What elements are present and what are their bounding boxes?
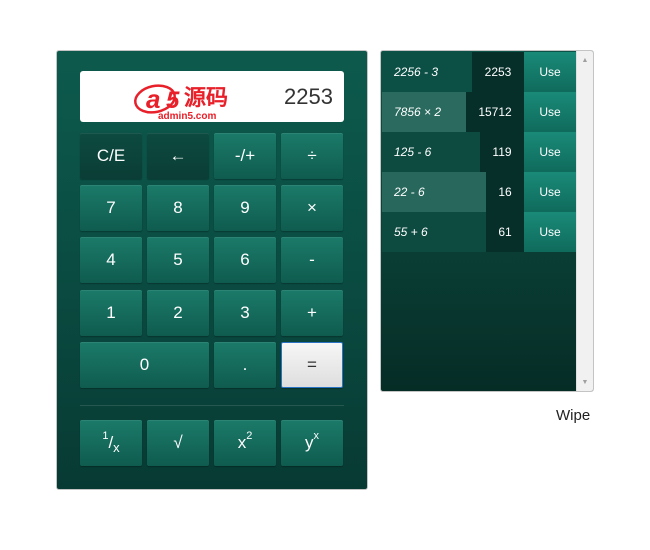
history-use-button[interactable]: Use xyxy=(524,52,576,92)
display: a 5 源码 admin5.com 2253 xyxy=(80,71,344,122)
digit-3-button[interactable]: 3 xyxy=(214,290,276,336)
square-base: x xyxy=(237,433,247,452)
history-result: 2253 xyxy=(472,52,524,92)
history-expression: 22 - 6 xyxy=(382,172,486,212)
history-panel[interactable]: 2256 - 3 2253 Use 7856 × 2 15712 Use 125… xyxy=(380,50,594,392)
digit-0-button[interactable]: 0 xyxy=(80,342,209,388)
history-result: 15712 xyxy=(466,92,524,132)
add-button[interactable]: + xyxy=(281,290,343,336)
svg-text:源码: 源码 xyxy=(184,86,228,111)
reciprocal-denominator: x xyxy=(113,439,120,455)
multiply-button[interactable]: × xyxy=(281,185,343,231)
sqrt-button[interactable]: √ xyxy=(147,420,209,466)
history-result: 119 xyxy=(480,132,524,172)
history-expression: 55 + 6 xyxy=(382,212,486,252)
decimal-button[interactable]: . xyxy=(214,342,276,388)
history-result: 61 xyxy=(486,212,524,252)
digit-6-button[interactable]: 6 xyxy=(214,237,276,283)
digit-5-button[interactable]: 5 xyxy=(147,237,209,283)
subtract-button[interactable]: - xyxy=(281,237,343,283)
history-result: 16 xyxy=(486,172,524,212)
digit-9-button[interactable]: 9 xyxy=(214,185,276,231)
svg-text:admin5.com: admin5.com xyxy=(158,111,216,120)
digit-2-button[interactable]: 2 xyxy=(147,290,209,336)
reciprocal-button[interactable]: 1 / x xyxy=(80,420,142,466)
negate-button[interactable]: -/+ xyxy=(214,133,276,179)
clear-button[interactable]: C/E xyxy=(80,133,142,179)
square-exponent: 2 xyxy=(246,430,253,442)
reciprocal-numerator: 1 xyxy=(102,430,109,442)
history-use-button[interactable]: Use xyxy=(524,212,576,252)
calculator-panel: a 5 源码 admin5.com 2253 C/E ← -/+ ÷ 7 8 9… xyxy=(56,50,368,490)
history-use-button[interactable]: Use xyxy=(524,132,576,172)
display-value: 2253 xyxy=(284,84,333,109)
logo: a 5 源码 admin5.com xyxy=(134,84,228,120)
svg-text:5: 5 xyxy=(166,87,180,114)
scroll-thumb[interactable] xyxy=(579,69,591,373)
history-scrollbar[interactable]: ▲ ▼ xyxy=(576,51,593,391)
power-base: y xyxy=(305,433,314,452)
history-row: 7856 × 2 15712 Use xyxy=(382,92,576,132)
power-button[interactable]: y x xyxy=(281,420,343,466)
digit-4-button[interactable]: 4 xyxy=(80,237,142,283)
digit-1-button[interactable]: 1 xyxy=(80,290,142,336)
history-row: 2256 - 3 2253 Use xyxy=(382,52,576,92)
divide-button[interactable]: ÷ xyxy=(281,133,343,179)
scroll-up-arrow-icon[interactable]: ▲ xyxy=(577,52,593,68)
svg-text:a: a xyxy=(146,84,160,114)
history-row: 55 + 6 61 Use xyxy=(382,212,576,252)
history-expression: 125 - 6 xyxy=(382,132,480,172)
history-use-button[interactable]: Use xyxy=(524,92,576,132)
history-expression: 2256 - 3 xyxy=(382,52,472,92)
equals-button[interactable]: = xyxy=(281,342,343,388)
history-use-button[interactable]: Use xyxy=(524,172,576,212)
divider xyxy=(80,405,344,406)
history-expression: 7856 × 2 xyxy=(382,92,466,132)
wipe-link[interactable]: Wipe xyxy=(556,407,590,424)
backspace-button[interactable]: ← xyxy=(147,133,209,179)
power-exponent: x xyxy=(313,430,320,442)
history-row: 22 - 6 16 Use xyxy=(382,172,576,212)
square-button[interactable]: x 2 xyxy=(214,420,276,466)
digit-7-button[interactable]: 7 xyxy=(80,185,142,231)
history-row: 125 - 6 119 Use xyxy=(382,132,576,172)
scroll-down-arrow-icon[interactable]: ▼ xyxy=(577,374,593,390)
digit-8-button[interactable]: 8 xyxy=(147,185,209,231)
